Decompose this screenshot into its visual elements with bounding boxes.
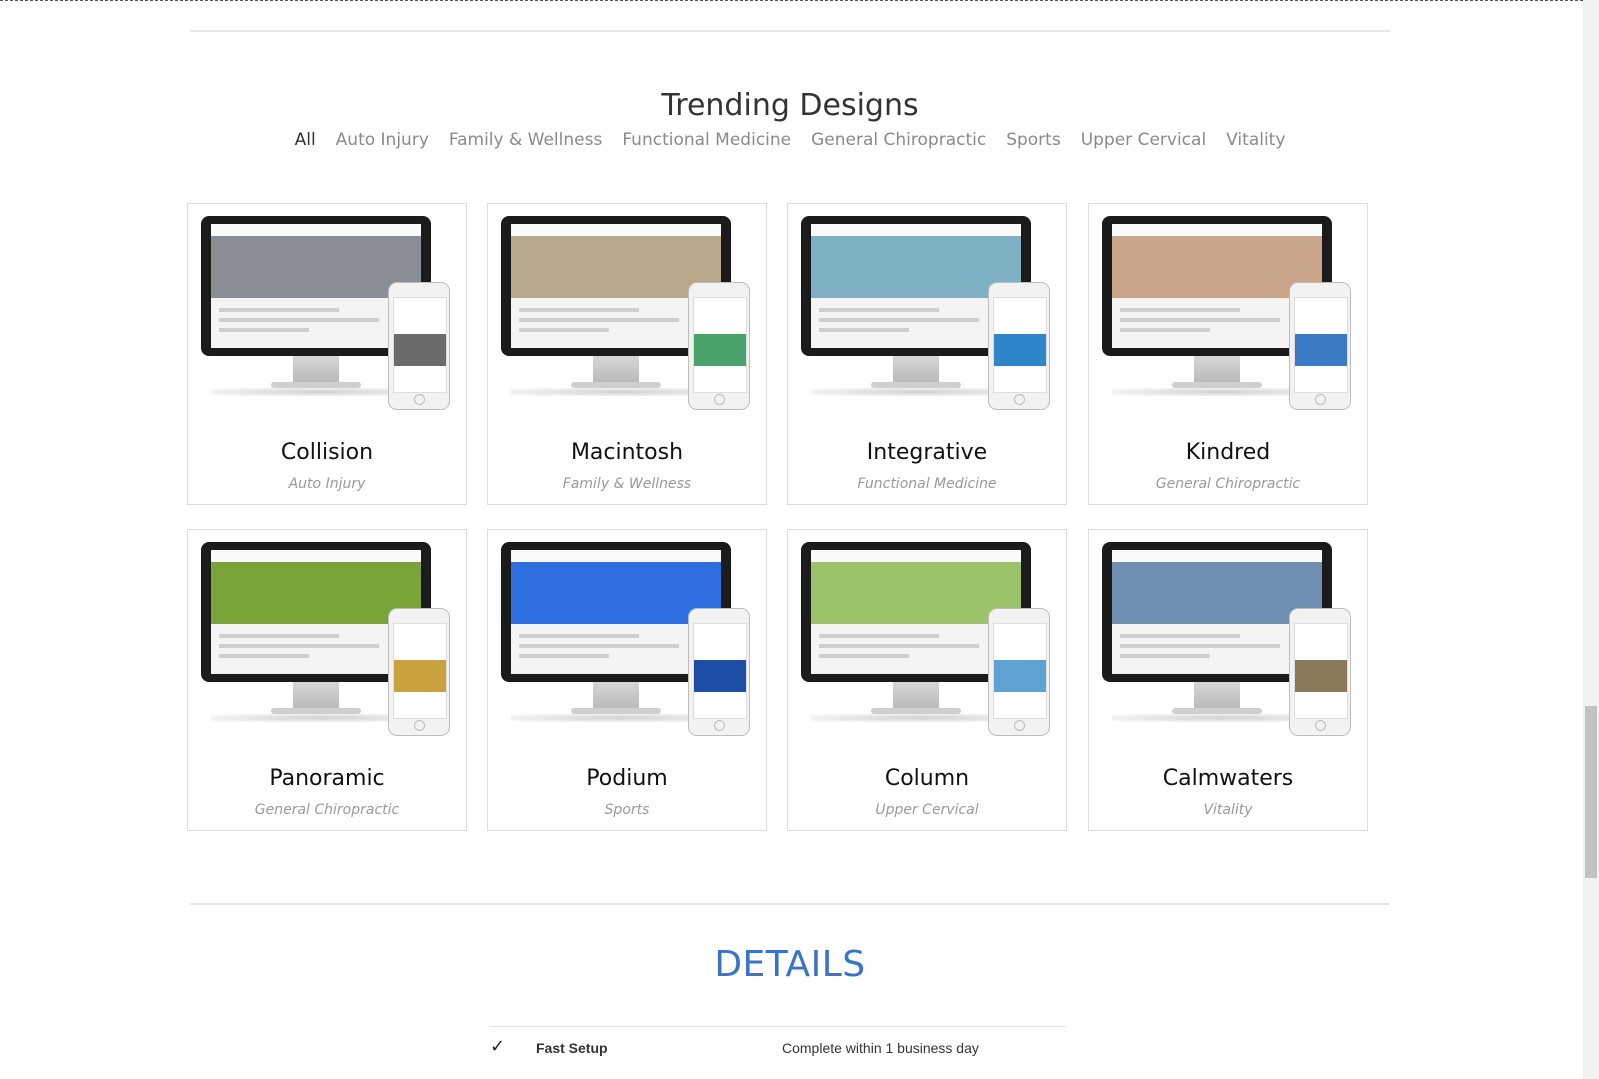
design-category: Sports [604, 802, 650, 818]
filter-functional-medicine[interactable]: Functional Medicine [612, 130, 801, 150]
phone-mockup [1289, 608, 1351, 736]
phone-mockup [688, 608, 750, 736]
design-card-calmwaters[interactable]: Calmwaters Vitality [1088, 529, 1368, 831]
details-title: DETAILS [714, 944, 866, 985]
design-preview-image[interactable] [1102, 542, 1355, 742]
design-category: Functional Medicine [857, 476, 997, 492]
scrollbar[interactable] [1583, 0, 1599, 1079]
filter-upper-cervical[interactable]: Upper Cervical [1071, 130, 1216, 150]
design-preview-image[interactable] [201, 542, 454, 742]
design-category: Vitality [1203, 802, 1253, 818]
section-title: Trending Designs [661, 88, 919, 123]
filter-family-wellness[interactable]: Family & Wellness [439, 130, 612, 150]
design-card-macintosh[interactable]: Macintosh Family & Wellness [487, 203, 767, 505]
detail-label: Fast Setup [536, 1040, 608, 1056]
page-content: Trending Designs All Auto Injury Family … [187, 0, 1390, 1079]
design-preview-image[interactable] [801, 542, 1054, 742]
phone-mockup [1289, 282, 1351, 410]
design-category: General Chiropractic [1155, 476, 1301, 492]
filter-general-chiropractic[interactable]: General Chiropractic [801, 130, 996, 150]
design-card-column[interactable]: Column Upper Cervical [787, 529, 1067, 831]
design-category: Family & Wellness [562, 476, 692, 492]
design-name[interactable]: Integrative [788, 440, 1066, 465]
phone-mockup [988, 608, 1050, 736]
design-preview-image[interactable] [501, 216, 754, 416]
filter-vitality[interactable]: Vitality [1216, 130, 1295, 150]
design-name[interactable]: Column [788, 766, 1066, 791]
filter-all[interactable]: All [285, 130, 326, 150]
design-preview-image[interactable] [501, 542, 754, 742]
design-preview-image[interactable] [801, 216, 1054, 416]
design-name[interactable]: Podium [488, 766, 766, 791]
category-filter-bar: All Auto Injury Family & Wellness Functi… [190, 130, 1390, 150]
phone-mockup [388, 608, 450, 736]
scrollbar-thumb[interactable] [1585, 706, 1597, 878]
design-category: Upper Cervical [875, 802, 979, 818]
divider-middle [190, 903, 1390, 905]
divider-top [190, 30, 1390, 32]
phone-mockup [988, 282, 1050, 410]
design-name[interactable]: Panoramic [188, 766, 466, 791]
checkmark-icon: ✓ [490, 1036, 506, 1056]
design-category: General Chiropractic [254, 802, 400, 818]
design-card-podium[interactable]: Podium Sports [487, 529, 767, 831]
design-name[interactable]: Macintosh [488, 440, 766, 465]
design-card-collision[interactable]: Collision Auto Injury [187, 203, 467, 505]
design-name[interactable]: Kindred [1089, 440, 1367, 465]
detail-row: ✓ Fast Setup Complete within 1 business … [490, 1036, 1066, 1060]
design-name[interactable]: Collision [188, 440, 466, 465]
design-card-kindred[interactable]: Kindred General Chiropractic [1088, 203, 1368, 505]
design-preview-image[interactable] [201, 216, 454, 416]
detail-value: Complete within 1 business day [782, 1040, 979, 1056]
design-card-panoramic[interactable]: Panoramic General Chiropractic [187, 529, 467, 831]
filter-auto-injury[interactable]: Auto Injury [326, 130, 439, 150]
design-preview-image[interactable] [1102, 216, 1355, 416]
design-card-integrative[interactable]: Integrative Functional Medicine [787, 203, 1067, 505]
phone-mockup [688, 282, 750, 410]
phone-mockup [388, 282, 450, 410]
filter-sports[interactable]: Sports [996, 130, 1071, 150]
design-name[interactable]: Calmwaters [1089, 766, 1367, 791]
details-divider [490, 1026, 1066, 1027]
design-category: Auto Injury [288, 476, 366, 492]
